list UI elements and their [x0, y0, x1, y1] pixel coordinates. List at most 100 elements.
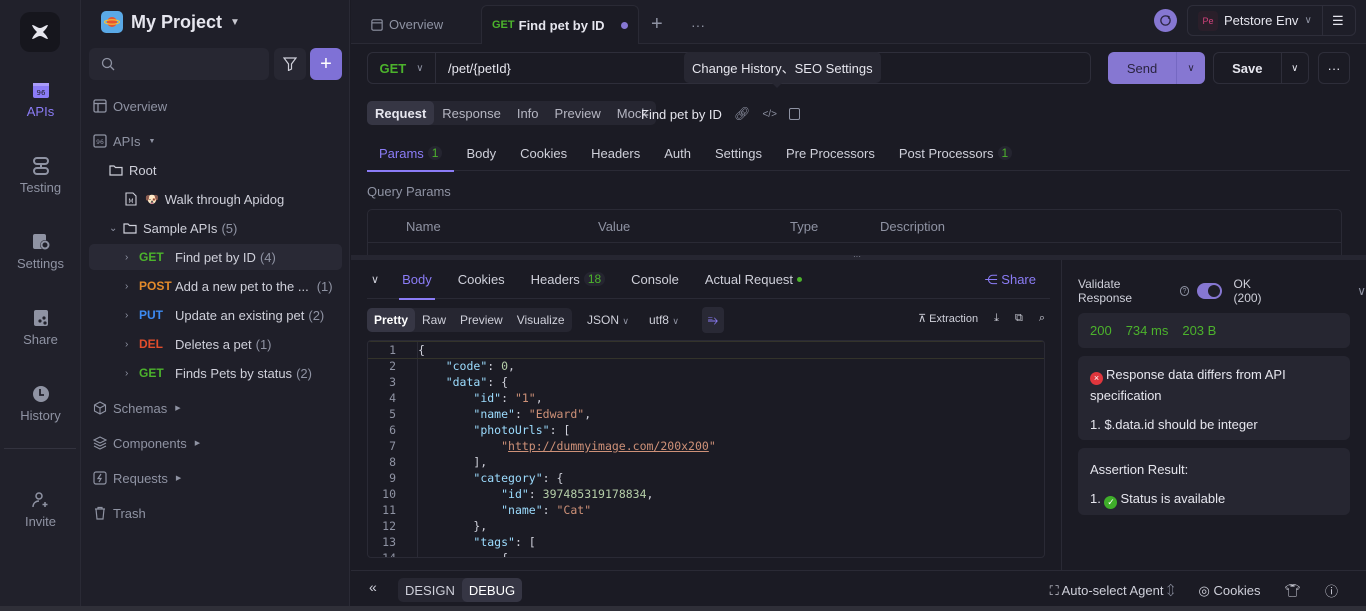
- unsaved-dot-icon: [621, 21, 628, 29]
- send-dropdown-icon[interactable]: ∨: [1176, 52, 1205, 84]
- send-button[interactable]: Send ∨: [1108, 52, 1205, 84]
- chevron-down-icon[interactable]: ∨: [1357, 284, 1366, 298]
- share-button[interactable]: ⋲ Share: [985, 272, 1036, 288]
- view-tab-response[interactable]: Response: [434, 101, 509, 125]
- extraction-button[interactable]: ⊼ Extraction: [918, 312, 978, 325]
- hamburger-menu-icon[interactable]: ☰: [1332, 13, 1344, 29]
- subtab-params[interactable]: Params 1: [367, 135, 455, 172]
- agent-select[interactable]: ⛶ Auto-select Agent ⇕: [1050, 583, 1175, 599]
- tab-more-button[interactable]: ···: [691, 5, 705, 44]
- endpoint-item[interactable]: › GET Find pet by ID (4): [89, 244, 342, 270]
- endpoint-item[interactable]: › PUT Update an existing pet (2): [89, 302, 342, 328]
- tab-overview[interactable]: Overview: [363, 5, 451, 44]
- collapse-sidebar-icon[interactable]: «: [369, 579, 377, 595]
- copy-icon[interactable]: ⧉: [1015, 312, 1023, 325]
- word-wrap-button[interactable]: ⥱: [702, 307, 724, 333]
- mode-design[interactable]: DESIGN: [398, 578, 462, 602]
- subtab-post-processors[interactable]: Post Processors 1: [887, 135, 1024, 171]
- language-select[interactable]: JSON ∨: [587, 313, 629, 327]
- root-label: Root: [129, 162, 157, 178]
- code-line: 6 "photoUrls": [: [368, 422, 1044, 438]
- mode-debug[interactable]: DEBUG: [461, 578, 523, 602]
- subtab-cookies[interactable]: Cookies: [508, 135, 579, 171]
- view-tab-preview[interactable]: Preview: [547, 101, 609, 125]
- project-selector[interactable]: My Project ▼: [101, 11, 240, 33]
- theme-icon[interactable]: 👕︎: [1284, 583, 1301, 599]
- endpoint-item[interactable]: › POST Add a new pet to the ... (1): [89, 273, 342, 299]
- sidebar-item-overview[interactable]: Overview: [93, 93, 346, 119]
- response-tab-actual-request[interactable]: Actual Request: [692, 260, 815, 299]
- overview-label: Overview: [113, 98, 168, 114]
- help-icon[interactable]: ⓘ: [1325, 581, 1338, 600]
- rail-item-invite[interactable]: Invite: [0, 490, 81, 529]
- panel-toggle-icon[interactable]: [788, 108, 800, 120]
- subtab-settings[interactable]: Settings: [703, 135, 774, 171]
- add-button[interactable]: +: [310, 48, 342, 80]
- help-icon[interactable]: ?: [1179, 286, 1190, 296]
- code-icon[interactable]: </>: [762, 109, 776, 120]
- sidebar-item-requests[interactable]: Requests ▶: [93, 465, 346, 491]
- sync-button[interactable]: [1154, 9, 1177, 32]
- sync-icon: [1160, 15, 1171, 26]
- sidebar-item-trash[interactable]: Trash: [93, 500, 346, 526]
- response-tab-headers[interactable]: Headers 18: [518, 260, 619, 299]
- url-input[interactable]: /pet/{petId}: [448, 61, 511, 76]
- apis-folder-icon: 96: [93, 134, 107, 148]
- chevron-right-icon: ›: [125, 309, 129, 321]
- tab-find-pet-by-id[interactable]: GET Find pet by ID: [481, 5, 639, 44]
- new-tab-button[interactable]: +: [651, 5, 663, 44]
- search-icon[interactable]: ⌕: [1039, 312, 1045, 325]
- tree-folder-root[interactable]: Root: [109, 157, 362, 183]
- response-tab-body[interactable]: Body: [389, 260, 445, 300]
- response-code-viewer[interactable]: 1{2 "code": 0, 3 "data": {4 "id": "1", 5 "…: [367, 340, 1045, 558]
- format-pretty[interactable]: Pretty: [367, 308, 416, 332]
- tree-folder-sample-apis[interactable]: ⌄ Sample APIs (5): [109, 215, 362, 241]
- rail-item-testing[interactable]: Testing: [0, 156, 81, 195]
- format-preview[interactable]: Preview: [453, 308, 510, 332]
- rail-item-history[interactable]: History: [0, 384, 81, 423]
- endpoint-item[interactable]: › DEL Deletes a pet (1): [89, 331, 342, 357]
- sidebar-item-components[interactable]: Components ▶: [93, 430, 346, 456]
- table-header: Name Value Type Description: [368, 210, 1341, 243]
- save-dropdown-icon[interactable]: ∨: [1280, 53, 1308, 83]
- save-button[interactable]: Save ∨: [1213, 52, 1309, 84]
- sidebar-item-apis[interactable]: 96 APIs ▼: [93, 128, 346, 154]
- rail-item-share[interactable]: Share: [0, 308, 81, 347]
- encoding-select[interactable]: utf8 ∨: [649, 313, 679, 327]
- endpoint-item[interactable]: › GET Finds Pets by status (2): [89, 360, 342, 386]
- code-line: 13 "tags": [: [368, 534, 1044, 550]
- rail-item-settings[interactable]: Settings: [0, 232, 81, 271]
- download-icon[interactable]: ⤓: [994, 312, 999, 325]
- subtab-headers[interactable]: Headers: [579, 135, 652, 171]
- status-select[interactable]: OK (200): [1234, 277, 1280, 305]
- validate-toggle[interactable]: [1197, 283, 1222, 299]
- caret-down-icon: ▼: [148, 137, 156, 145]
- collapse-chevron-icon[interactable]: ∨: [367, 273, 389, 286]
- filter-button[interactable]: [274, 48, 306, 80]
- format-visualize[interactable]: Visualize: [510, 308, 572, 332]
- environment-selector[interactable]: Pe Petstore Env ∨ ☰: [1187, 5, 1356, 36]
- wrap-icon: ⥱: [707, 312, 719, 327]
- more-actions-button[interactable]: ···: [1318, 52, 1350, 84]
- caret-right-icon: ▶: [194, 440, 201, 447]
- subtab-body[interactable]: Body: [454, 135, 508, 171]
- overview-icon: [371, 18, 383, 31]
- error-icon: ×: [1090, 372, 1103, 385]
- bottom-bar: « DESIGN DEBUG ⛶ Auto-select Agent ⇕ ◎ C…: [351, 570, 1366, 606]
- link-icon[interactable]: 🔗︎: [734, 106, 751, 122]
- subtab-pre-processors[interactable]: Pre Processors: [774, 135, 887, 171]
- sidebar-search-input[interactable]: [89, 48, 269, 80]
- code-text: "category": {: [473, 471, 564, 485]
- sidebar-item-schemas[interactable]: Schemas ▶: [93, 395, 346, 421]
- view-tab-info[interactable]: Info: [509, 101, 547, 125]
- rail-item-apis[interactable]: 96 APIs: [0, 80, 81, 119]
- cookies-button[interactable]: ◎ Cookies: [1199, 583, 1261, 599]
- app-logo[interactable]: [20, 12, 60, 52]
- view-tab-request[interactable]: Request: [367, 101, 435, 125]
- method-select[interactable]: GET ∨: [368, 53, 436, 83]
- format-raw[interactable]: Raw: [415, 308, 453, 332]
- subtab-auth[interactable]: Auth: [652, 135, 703, 171]
- tree-doc-walkthrough[interactable]: M 🐶 Walk through Apidog: [125, 186, 378, 212]
- response-tab-cookies[interactable]: Cookies: [445, 260, 518, 299]
- response-tab-console[interactable]: Console: [618, 260, 692, 299]
